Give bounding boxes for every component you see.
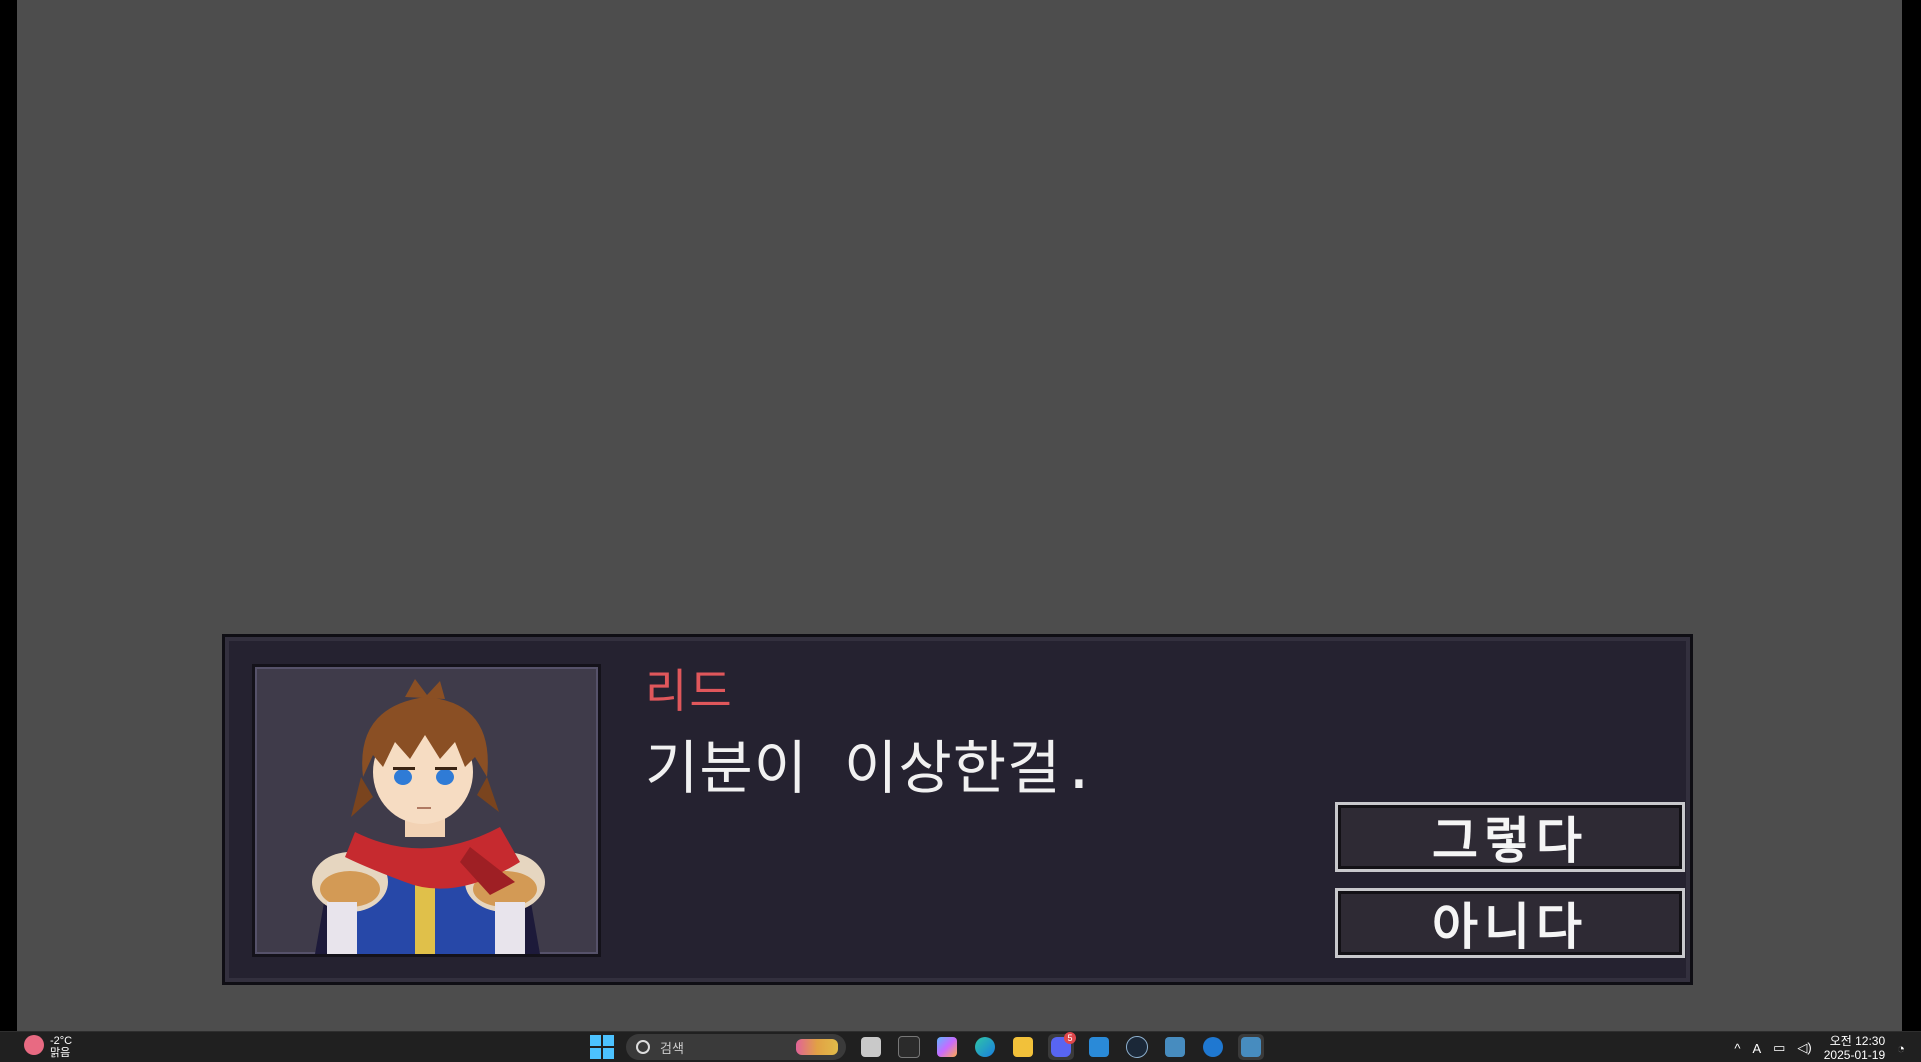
folder-icon[interactable] xyxy=(1010,1034,1036,1060)
search-highlight-icon xyxy=(796,1039,838,1055)
weather-text: -2°C 맑음 xyxy=(50,1035,72,1059)
godot-icon[interactable] xyxy=(1162,1034,1188,1060)
choice-yes-button[interactable]: 그렇다 xyxy=(1335,802,1685,872)
speaker-name: 리드 xyxy=(645,664,734,718)
screen: 리드 기분이 이상한걸. 그렇다 아니다 -2°C 맑음 검색 5 ^ A ▭ … xyxy=(0,0,1921,1062)
edge-browser-icon[interactable] xyxy=(972,1034,998,1060)
terminal-icon[interactable] xyxy=(896,1034,922,1060)
character-portrait xyxy=(252,664,601,957)
discord-icon[interactable]: 5 xyxy=(1048,1032,1076,1060)
search-placeholder: 검색 xyxy=(660,1040,684,1056)
network-icon[interactable]: ▭ xyxy=(1773,1040,1785,1056)
dialog-box: 리드 기분이 이상한걸. 그렇다 아니다 xyxy=(222,634,1693,985)
search-icon xyxy=(636,1040,650,1054)
ime-indicator[interactable]: A xyxy=(1752,1041,1761,1056)
clock[interactable]: 오전 12:30 2025-01-19 xyxy=(1824,1034,1885,1062)
choice-no-button[interactable]: 아니다 xyxy=(1335,888,1685,958)
taskbar: -2°C 맑음 검색 5 ^ A ▭ ◁) 오전 12:30 2025-01-1… xyxy=(0,1031,1921,1062)
copilot-icon[interactable] xyxy=(934,1034,960,1060)
character-sprite xyxy=(312,679,545,954)
weather-temp: -2°C xyxy=(50,1035,73,1047)
file-explorer-icon[interactable] xyxy=(858,1034,884,1060)
clock-time: 오전 12:30 xyxy=(1829,1034,1886,1048)
weather-condition: 맑음 xyxy=(50,1047,71,1059)
notification-bell-icon[interactable]: ◔ xyxy=(1897,1041,1905,1056)
clock-date: 2025-01-19 xyxy=(1823,1048,1886,1062)
taskbar-apps: 검색 5 xyxy=(590,1032,1264,1060)
vscode-icon[interactable] xyxy=(1086,1034,1112,1060)
dialog-text: 기분이 이상한걸. xyxy=(645,734,1098,802)
godot-game-icon[interactable] xyxy=(1238,1034,1264,1060)
start-icon[interactable] xyxy=(590,1035,614,1059)
search-input[interactable]: 검색 xyxy=(626,1034,846,1060)
blue-app-icon[interactable] xyxy=(1200,1034,1226,1060)
weather-widget[interactable]: -2°C 맑음 xyxy=(24,1035,72,1059)
weather-icon xyxy=(24,1035,44,1055)
system-tray: ^ A ▭ ◁) 오전 12:30 2025-01-19 ◔ xyxy=(1734,1034,1905,1062)
steam-icon[interactable] xyxy=(1124,1034,1150,1060)
volume-icon[interactable]: ◁) xyxy=(1797,1040,1811,1056)
game-viewport: 리드 기분이 이상한걸. 그렇다 아니다 xyxy=(17,0,1902,1031)
discord-badge: 5 xyxy=(1064,1032,1076,1044)
chevron-up-icon[interactable]: ^ xyxy=(1734,1041,1740,1056)
